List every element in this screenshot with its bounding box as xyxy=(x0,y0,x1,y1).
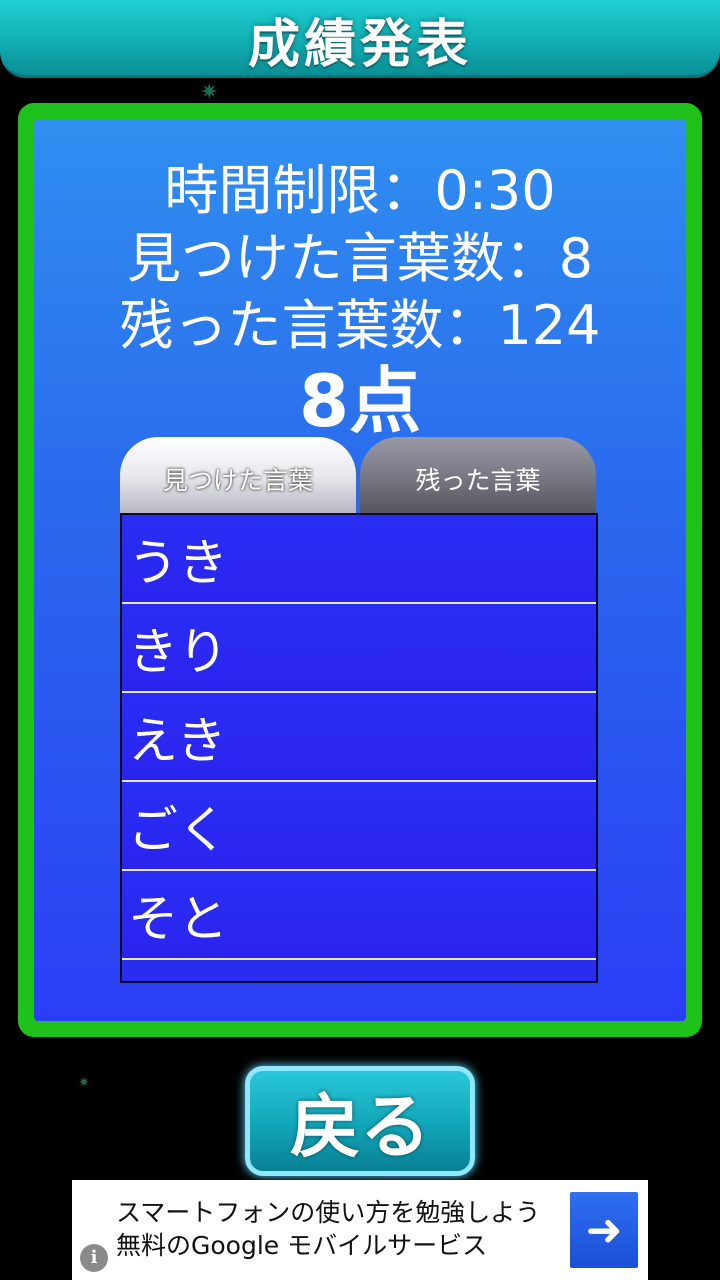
list-item[interactable]: そと xyxy=(122,871,596,960)
tab-found-words[interactable]: 見つけた言葉 xyxy=(120,437,356,513)
found-words-count: 見つけた言葉数：8 xyxy=(126,227,594,290)
list-item[interactable]: きり xyxy=(122,604,596,693)
tab-remaining-words[interactable]: 残った言葉 xyxy=(360,437,596,513)
sparkle-decoration: ✷ xyxy=(78,1075,90,1091)
title-bar: 成績発表 xyxy=(0,0,720,78)
ad-text[interactable]: スマートフォンの使い方を勉強しよう 無料のGoogle モバイルサービス xyxy=(116,1196,566,1262)
time-limit-text: 時間制限：0:30 xyxy=(164,159,556,222)
list-item[interactable]: ごく xyxy=(122,782,596,871)
ad-banner[interactable]: スマートフォンの使い方を勉強しよう 無料のGoogle モバイルサービス ➜ i xyxy=(72,1180,648,1280)
score-text: 8点 xyxy=(298,359,422,443)
list-item[interactable]: えき xyxy=(122,693,596,782)
arrow-right-icon[interactable]: ➜ xyxy=(570,1192,638,1268)
list-item[interactable]: うき xyxy=(122,515,596,604)
sparkle-decoration: ✷ xyxy=(200,80,219,105)
word-list[interactable]: うき きり えき ごく そと xyxy=(120,513,598,983)
results-panel-inner: 時間制限：0:30 見つけた言葉数：8 残った言葉数：124 8点 見つけた言葉… xyxy=(34,119,686,1021)
remaining-words-count: 残った言葉数：124 xyxy=(119,294,601,357)
page-title: 成績発表 xyxy=(247,14,472,75)
info-icon[interactable]: i xyxy=(80,1244,108,1272)
back-button[interactable]: 戻る xyxy=(245,1066,475,1176)
results-panel: 時間制限：0:30 見つけた言葉数：8 残った言葉数：124 8点 見つけた言葉… xyxy=(18,103,702,1037)
